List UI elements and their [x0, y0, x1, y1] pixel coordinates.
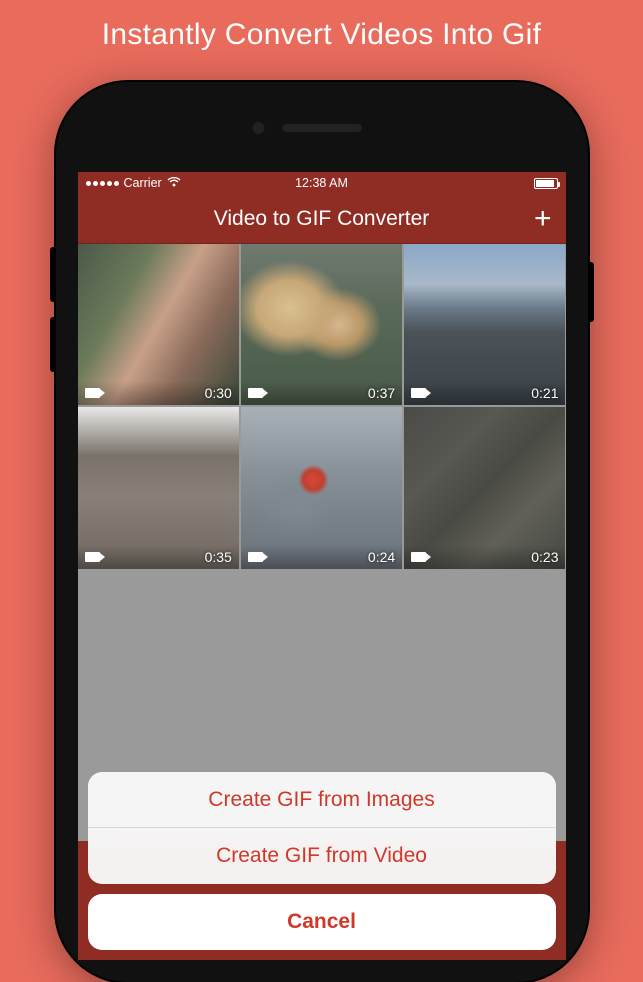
video-icon: [248, 552, 263, 562]
video-duration: 0:23: [531, 549, 558, 565]
video-duration: 0:35: [205, 549, 232, 565]
video-grid: 0:30 0:37 0:21: [78, 244, 566, 569]
wifi-icon: [167, 176, 181, 190]
video-overlay: 0:24: [241, 545, 402, 569]
action-sheet-options: Create GIF from Images Create GIF from V…: [88, 772, 556, 884]
video-duration: 0:37: [368, 385, 395, 401]
phone-camera: [252, 122, 264, 134]
status-time: 12:38 AM: [295, 176, 348, 190]
status-bar: Carrier 12:38 AM: [78, 172, 566, 194]
phone-speaker: [282, 124, 362, 132]
nav-bar: Video to GIF Converter +: [78, 194, 566, 244]
video-icon: [85, 388, 100, 398]
status-battery: [322, 178, 558, 189]
video-thumb[interactable]: 0:21: [404, 244, 565, 405]
promo-banner-text: Instantly Convert Videos Into Gif: [102, 18, 542, 51]
video-thumb[interactable]: 0:24: [241, 407, 402, 568]
video-duration: 0:30: [205, 385, 232, 401]
video-overlay: 0:30: [78, 381, 239, 405]
video-duration: 0:21: [531, 385, 558, 401]
action-sheet: Create GIF from Images Create GIF from V…: [78, 762, 566, 960]
video-overlay: 0:21: [404, 381, 565, 405]
video-icon: [248, 388, 263, 398]
phone-screen: Carrier 12:38 AM Video to GIF Converter …: [78, 172, 566, 960]
video-thumb[interactable]: 0:37: [241, 244, 402, 405]
video-thumb[interactable]: 0:35: [78, 407, 239, 568]
video-thumb[interactable]: 0:23: [404, 407, 565, 568]
video-overlay: 0:35: [78, 545, 239, 569]
video-duration: 0:24: [368, 549, 395, 565]
video-thumb[interactable]: 0:30: [78, 244, 239, 405]
battery-icon: [534, 178, 558, 189]
create-from-video-button[interactable]: Create GIF from Video: [88, 828, 556, 884]
create-from-images-button[interactable]: Create GIF from Images: [88, 772, 556, 828]
phone-frame: Carrier 12:38 AM Video to GIF Converter …: [56, 82, 588, 982]
video-icon: [411, 388, 426, 398]
cancel-button[interactable]: Cancel: [88, 894, 556, 950]
nav-title: Video to GIF Converter: [214, 207, 430, 231]
video-icon: [85, 552, 100, 562]
promo-banner: Instantly Convert Videos Into Gif: [0, 0, 643, 66]
phone-side-button: [588, 262, 594, 322]
add-button[interactable]: +: [534, 204, 552, 234]
carrier-label: Carrier: [124, 176, 162, 190]
signal-icon: [86, 181, 119, 186]
video-overlay: 0:23: [404, 545, 565, 569]
video-icon: [411, 552, 426, 562]
status-carrier: Carrier: [86, 176, 322, 190]
video-overlay: 0:37: [241, 381, 402, 405]
